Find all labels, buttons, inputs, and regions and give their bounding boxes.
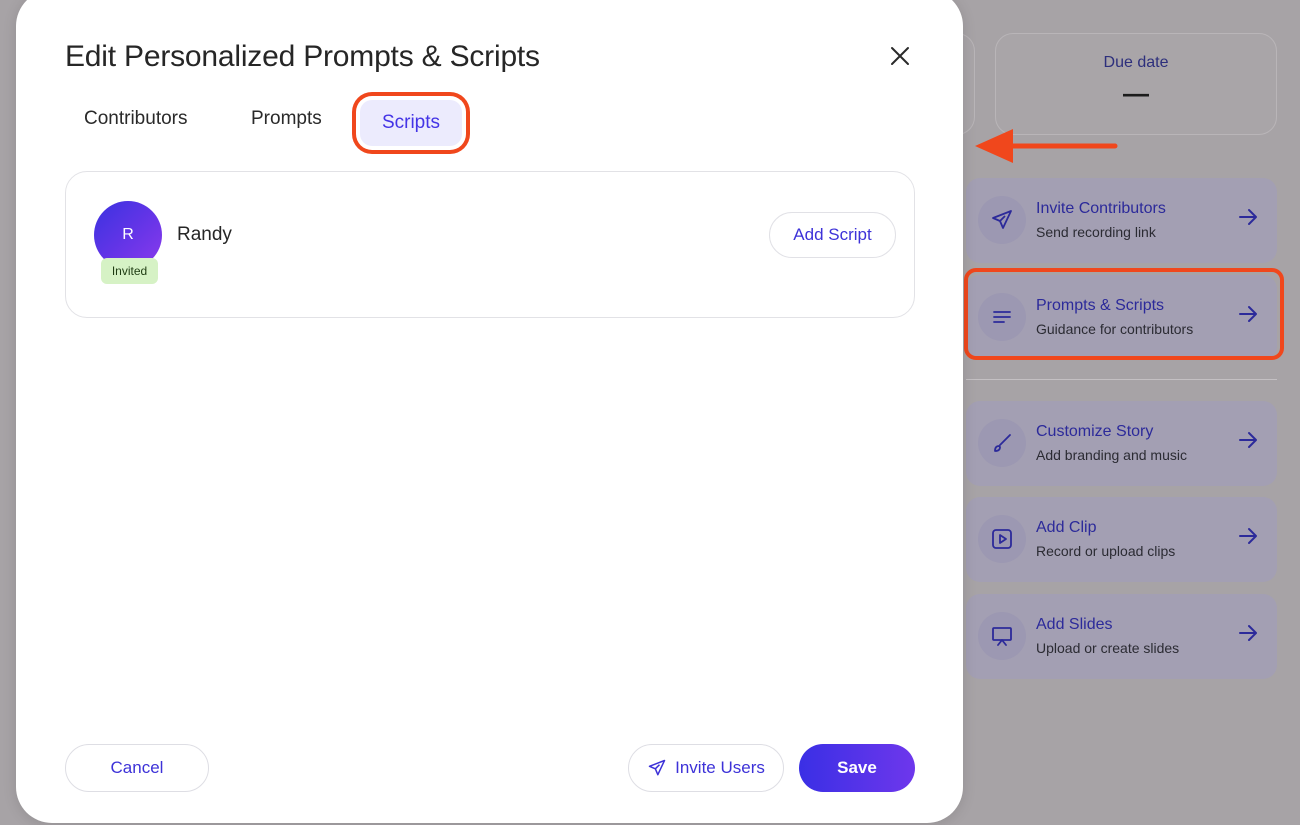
action-title: Add Slides <box>1036 616 1113 633</box>
brush-icon <box>978 419 1026 467</box>
tab-prompts[interactable]: Prompts <box>251 108 322 130</box>
presentation-icon <box>978 612 1026 660</box>
close-button[interactable] <box>884 40 916 72</box>
send-icon <box>978 196 1026 244</box>
contributor-card: R Invited Randy Add Script <box>65 171 915 318</box>
save-button[interactable]: Save <box>799 744 915 792</box>
cancel-button[interactable]: Cancel <box>65 744 209 792</box>
due-date-card: Due date — <box>995 33 1277 135</box>
action-title: Customize Story <box>1036 423 1154 440</box>
action-subtitle: Add branding and music <box>1036 447 1187 463</box>
action-subtitle: Upload or create slides <box>1036 640 1180 656</box>
action-customize-story[interactable]: Customize Story Add branding and music <box>966 401 1277 486</box>
tab-contributors[interactable]: Contributors <box>84 108 188 130</box>
action-subtitle: Send recording link <box>1036 224 1156 240</box>
action-title: Invite Contributors <box>1036 200 1166 217</box>
action-invite-contributors[interactable]: Invite Contributors Send recording link <box>966 178 1277 263</box>
arrow-right-icon <box>1239 528 1257 544</box>
divider <box>966 379 1277 380</box>
arrow-right-icon <box>1239 209 1257 225</box>
add-script-button[interactable]: Add Script <box>769 212 896 258</box>
edit-prompts-scripts-modal: Edit Personalized Prompts & Scripts Cont… <box>16 0 963 823</box>
annotation-highlight-box <box>964 268 1284 360</box>
due-date-value: — <box>1123 78 1149 108</box>
close-icon <box>891 47 909 65</box>
play-square-icon <box>978 515 1026 563</box>
action-add-slides[interactable]: Add Slides Upload or create slides <box>966 594 1277 679</box>
tab-scripts[interactable]: Scripts <box>360 100 462 146</box>
due-date-label: Due date <box>1103 54 1169 71</box>
status-badge: Invited <box>101 258 158 284</box>
arrow-right-icon <box>1239 625 1257 641</box>
action-title: Add Clip <box>1036 519 1097 536</box>
annotation-arrow-icon <box>975 129 1118 163</box>
contributor-name: Randy <box>177 224 232 245</box>
modal-title: Edit Personalized Prompts & Scripts <box>65 40 540 73</box>
invite-users-button[interactable]: Invite Users <box>628 744 784 792</box>
invite-users-label: Invite Users <box>675 758 765 777</box>
action-add-clip[interactable]: Add Clip Record or upload clips <box>966 497 1277 582</box>
arrow-right-icon <box>1239 432 1257 448</box>
action-subtitle: Record or upload clips <box>1036 543 1176 559</box>
send-icon <box>648 759 666 776</box>
